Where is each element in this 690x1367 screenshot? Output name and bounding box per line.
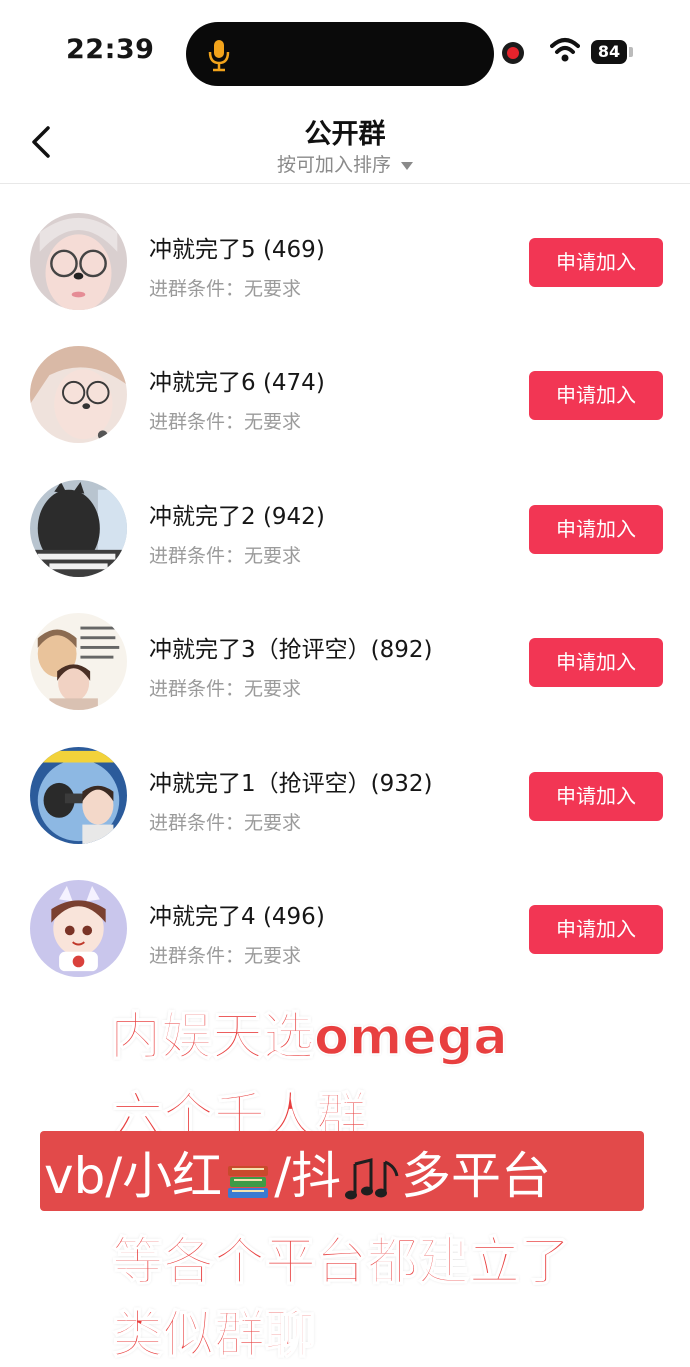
- group-avatar[interactable]: [30, 213, 127, 310]
- music-notes-emoji-icon: [345, 1157, 399, 1199]
- apply-join-button[interactable]: 申请加入: [529, 904, 663, 954]
- books-emoji-icon: [228, 1165, 269, 1198]
- group-name: 冲就完了4 (496): [149, 903, 325, 930]
- caption-line-5: 类似群聊: [111, 1305, 317, 1366]
- list-item[interactable]: 冲就完了3（抢评空）(892) 进群条件：无要求 申请加入: [0, 596, 690, 729]
- group-avatar[interactable]: [30, 746, 127, 844]
- group-condition: 进群条件：无要求: [149, 811, 302, 834]
- apply-join-button[interactable]: 申请加入: [529, 504, 663, 554]
- group-name: 冲就完了3（抢评空）(892): [149, 637, 433, 664]
- group-condition: 进群条件：无要求: [149, 278, 302, 300]
- group-condition: 进群条件：无要求: [149, 944, 302, 967]
- group-name: 冲就完了1（抢评空）(932): [149, 770, 433, 797]
- overlay-caption: 内娱天选omega 六个千人群 vb/小红 /抖 多平台 等各个平台都建立了 类…: [0, 990, 690, 1366]
- caption-line-3-part-c: 多平台: [401, 1147, 552, 1205]
- caption-line-3: vb/小红 /抖 多平台: [44, 1136, 551, 1208]
- list-item[interactable]: 冲就完了2 (942) 进群条件：无要求 申请加入: [0, 463, 690, 596]
- caption-line-3-part-a: vb/小红: [44, 1147, 223, 1205]
- battery-icon: 84: [591, 40, 627, 64]
- battery-tip: [629, 47, 633, 57]
- group-name: 冲就完了5 (469): [149, 237, 325, 263]
- apply-join-button[interactable]: 申请加入: [529, 371, 663, 421]
- caption-line-4: 等各个平台都建立了: [111, 1232, 572, 1293]
- recording-dot-icon: [502, 42, 524, 64]
- dynamic-island: [186, 22, 494, 86]
- list-item[interactable]: 冲就完了1（抢评空）(932) 进群条件：无要求 申请加入: [0, 730, 690, 863]
- status-time: 22:39: [66, 34, 155, 65]
- list-item[interactable]: 冲就完了6 (474) 进群条件：无要求 申请加入: [0, 329, 690, 462]
- group-name: 冲就完了6 (474): [149, 370, 325, 397]
- group-condition: 进群条件：无要求: [149, 544, 302, 567]
- sort-label: 按可加入排序: [276, 154, 391, 176]
- caption-line-1: 内娱天选omega: [109, 1007, 508, 1068]
- group-avatar[interactable]: [30, 879, 127, 977]
- group-avatar[interactable]: [30, 613, 127, 711]
- group-name: 冲就完了2 (942): [149, 503, 325, 530]
- group-condition: 进群条件：无要求: [149, 678, 302, 701]
- group-avatar[interactable]: [30, 346, 127, 444]
- caption-line-3-part-b: /抖: [274, 1147, 342, 1205]
- dropdown-caret-icon: [401, 161, 413, 170]
- nav-header: 公开群 按可加入排序: [0, 100, 690, 184]
- list-item[interactable]: 冲就完了4 (496) 进群条件：无要求 申请加入: [0, 863, 690, 996]
- apply-join-button[interactable]: 申请加入: [529, 238, 663, 287]
- page-title: 公开群: [304, 119, 386, 150]
- apply-join-button[interactable]: 申请加入: [529, 771, 663, 821]
- list-item[interactable]: 冲就完了5 (469) 进群条件：无要求 申请加入: [0, 196, 690, 329]
- group-avatar[interactable]: [30, 479, 127, 577]
- sort-selector[interactable]: 按可加入排序: [0, 150, 690, 177]
- microphone-icon: [208, 40, 230, 72]
- wifi-icon: [550, 38, 580, 62]
- status-bar: 22:39 84: [0, 0, 690, 100]
- group-list: 冲就完了5 (469) 进群条件：无要求 申请加入 冲就完了6 (474) 进群…: [0, 196, 690, 996]
- apply-join-button[interactable]: 申请加入: [529, 638, 663, 688]
- group-condition: 进群条件：无要求: [149, 411, 302, 434]
